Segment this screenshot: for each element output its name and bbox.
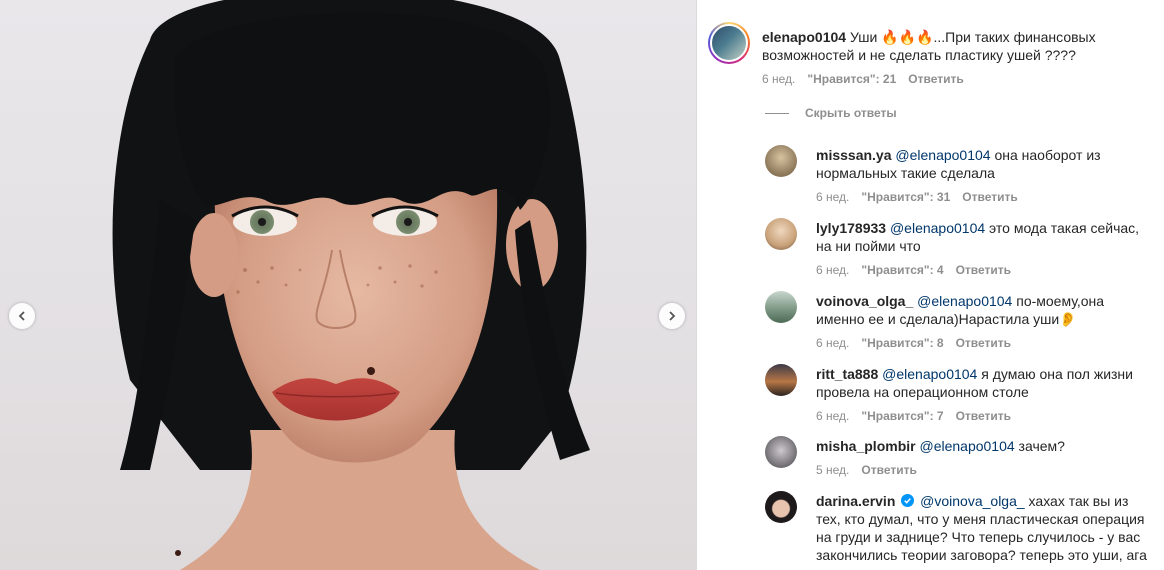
next-image-button[interactable] — [659, 303, 685, 329]
mention-link[interactable]: @voinova_olga_ — [920, 493, 1025, 509]
avatar-darina-ervin[interactable] — [765, 491, 797, 523]
chevron-left-icon — [18, 311, 25, 321]
replies-line — [765, 112, 789, 114]
likes-count[interactable]: "Нравится": 21 — [807, 72, 896, 86]
comments-panel: elenapo0104 Уши 🔥🔥🔥...При таких финансов… — [697, 0, 1164, 570]
reply-button[interactable]: Ответить — [861, 463, 916, 477]
main-comment: elenapo0104 Уши 🔥🔥🔥...При таких финансов… — [762, 28, 1132, 64]
ear-emoji: 👂 — [1059, 311, 1077, 327]
likes-count[interactable]: "Нравится": 31 — [861, 190, 950, 204]
mention-link[interactable]: @elenapo0104 — [895, 147, 990, 163]
avatar-misssan-ya[interactable] — [765, 145, 797, 177]
reply-comment: misssan.ya @elenapo0104 она наоборот из … — [816, 146, 1136, 182]
mention-link[interactable]: @elenapo0104 — [882, 366, 977, 382]
post-photo — [0, 0, 696, 570]
reply-time[interactable]: 6 нед. — [816, 263, 849, 277]
avatar-lyly178933[interactable] — [765, 218, 797, 250]
reply-time[interactable]: 6 нед. — [816, 336, 849, 350]
reply-meta: 6 нед. "Нравится": 4 Ответить — [816, 263, 1011, 277]
portrait-illustration — [112, 0, 590, 570]
avatar-misha-plombir[interactable] — [765, 436, 797, 468]
reply-comment: misha_plombir @elenapo0104 зачем? — [816, 437, 1156, 455]
reply-meta: 6 нед. "Нравится": 8 Ответить — [816, 336, 1011, 350]
mention-link[interactable]: @elenapo0104 — [919, 438, 1014, 454]
previous-image-button[interactable] — [9, 303, 35, 329]
reply-username[interactable]: lyly178933 — [816, 220, 886, 236]
likes-count[interactable]: "Нравится": 7 — [861, 409, 943, 423]
reply-username[interactable]: misssan.ya — [816, 147, 892, 163]
comment-text: Уши — [849, 29, 882, 45]
reply-button[interactable]: Ответить — [956, 263, 1011, 277]
likes-count[interactable]: "Нравится": 4 — [861, 263, 943, 277]
likes-count[interactable]: "Нравится": 8 — [861, 336, 943, 350]
reply-username[interactable]: misha_plombir — [816, 438, 916, 454]
reply-username[interactable]: darina.ervin — [816, 493, 895, 509]
avatar-elenapo0104[interactable] — [708, 22, 750, 64]
comment-username[interactable]: elenapo0104 — [762, 29, 846, 45]
fire-emoji: 🔥🔥🔥 — [881, 29, 934, 45]
comment-time[interactable]: 6 нед. — [762, 72, 795, 86]
reply-comment: darina.ervin @voinova_olga_ хахах так вы… — [816, 492, 1156, 564]
reply-username[interactable]: ritt_ta888 — [816, 366, 878, 382]
chevron-right-icon — [669, 311, 676, 321]
reply-username[interactable]: voinova_olga_ — [816, 293, 913, 309]
reply-comment: lyly178933 @elenapo0104 это мода такая с… — [816, 219, 1156, 255]
hide-replies-button[interactable]: Скрыть ответы — [765, 106, 897, 120]
reply-meta: 6 нед. "Нравится": 7 Ответить — [816, 409, 1011, 423]
reply-time[interactable]: 6 нед. — [816, 409, 849, 423]
mention-link[interactable]: @elenapo0104 — [890, 220, 985, 236]
reply-comment: voinova_olga_ @elenapo0104 по-моему,она … — [816, 292, 1156, 328]
reply-comment: ritt_ta888 @elenapo0104 я думаю она пол … — [816, 365, 1156, 401]
reply-button[interactable]: Ответить — [962, 190, 1017, 204]
reply-meta: 6 нед. "Нравится": 31 Ответить — [816, 190, 1018, 204]
reply-text: зачем? — [1014, 438, 1065, 454]
comment-meta: 6 нед. "Нравится": 21 Ответить — [762, 72, 964, 86]
reply-time[interactable]: 5 нед. — [816, 463, 849, 477]
reply-time[interactable]: 6 нед. — [816, 190, 849, 204]
reply-button[interactable]: Ответить — [908, 72, 963, 86]
mention-link[interactable]: @elenapo0104 — [917, 293, 1012, 309]
hide-replies-label: Скрыть ответы — [805, 106, 897, 120]
verified-badge-icon — [901, 494, 915, 507]
reply-button[interactable]: Ответить — [956, 409, 1011, 423]
reply-meta: 5 нед. Ответить — [816, 463, 917, 477]
avatar-ritt-ta888[interactable] — [765, 364, 797, 396]
avatar-voinova-olga[interactable] — [765, 291, 797, 323]
reply-button[interactable]: Ответить — [956, 336, 1011, 350]
